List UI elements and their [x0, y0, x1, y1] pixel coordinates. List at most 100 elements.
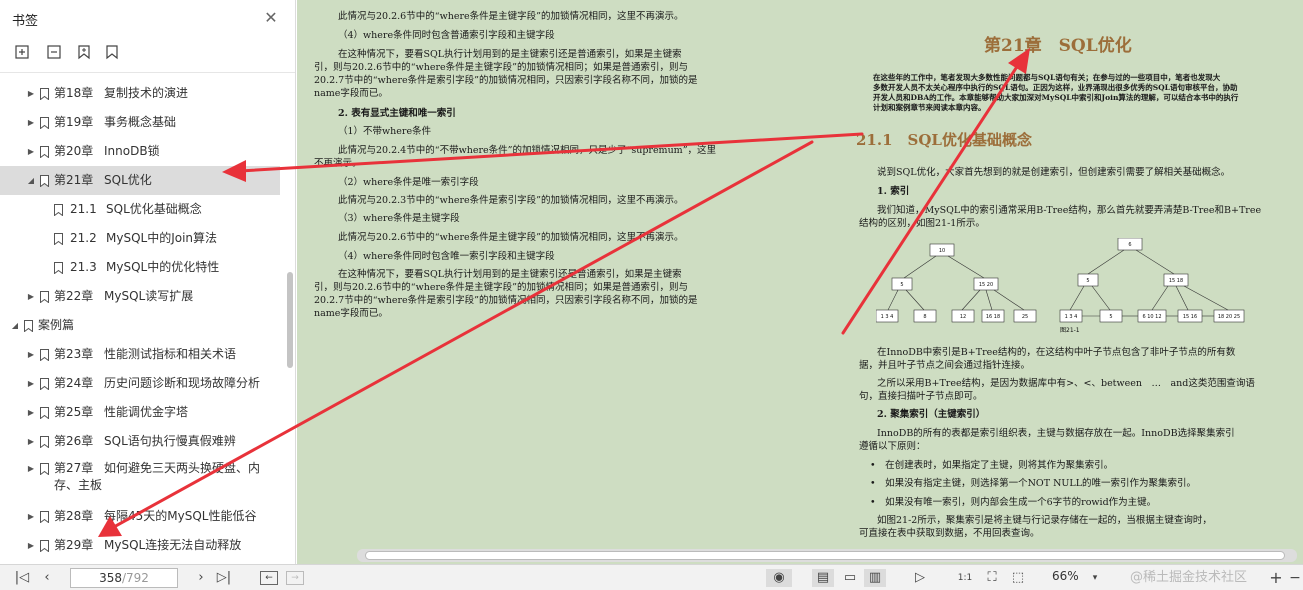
tree-item-21-3[interactable]: 21.3 MySQL中的优化特性	[0, 253, 280, 282]
expand-arrow-icon[interactable]: ▶	[26, 502, 36, 531]
expand-arrow-icon[interactable]: ▶	[26, 340, 36, 369]
tree-item-ch28[interactable]: ▶ 第28章 每隔45天的MySQL性能低谷	[0, 502, 280, 531]
bookmark-icon	[40, 463, 49, 475]
fit-width-icon[interactable]: ⬚	[1008, 569, 1028, 587]
bookmark-icon	[40, 407, 49, 419]
bullet-item: • 在创建表时，如果指定了主键，则将其作为聚集索引。	[870, 460, 1114, 471]
paragraph-line: 遵循以下原则：	[859, 441, 926, 452]
bookmark-icon	[24, 320, 33, 332]
tree-item-ch18[interactable]: ▶ 第18章 复制技术的演进	[0, 79, 280, 108]
back-icon[interactable]: ←	[260, 571, 278, 585]
expand-arrow-icon[interactable]: ▶	[26, 108, 36, 137]
tree-item-label: 每隔45天的MySQL性能低谷	[104, 509, 257, 523]
expand-arrow-icon[interactable]: ▶	[26, 427, 36, 456]
expand-arrow-icon[interactable]: ▶	[26, 398, 36, 427]
tree-item-number: 第18章	[54, 86, 94, 100]
document-view[interactable]: 此情况与20.2.6节中的“where条件是主键字段”的加锁情况相同，这里不再演…	[297, 0, 1303, 564]
tree-item-ch29[interactable]: ▶ 第29章 MySQL连接无法自动释放	[0, 531, 280, 560]
tree-item-ch24[interactable]: ▶ 第24章 历史问题诊断和现场故障分析	[0, 369, 280, 398]
first-page-icon[interactable]: |◁	[12, 569, 32, 587]
tree-item-cases[interactable]: ◢ 案例篇	[0, 311, 280, 340]
scrollbar-thumb[interactable]	[365, 551, 1285, 560]
tree-item-ch26[interactable]: ▶ 第26章 SQL语句执行慢真假难辨	[0, 427, 280, 456]
tree-item-label: MySQL连接无法自动释放	[104, 538, 242, 552]
left-line: 引，则与20.2.6节中的“where条件是主键字段”的加锁情况相同；如果是普通…	[314, 282, 688, 293]
left-line: 20.2.7节中的“where条件是索引字段”的加锁情况相同，只因索引字段名称不…	[314, 75, 698, 86]
tree-item-number: 第28章	[54, 509, 94, 523]
play-icon[interactable]: ▷	[910, 569, 930, 587]
collapse-arrow-icon[interactable]: ◢	[10, 311, 20, 340]
fit-page-icon[interactable]: ⛶	[982, 569, 1002, 587]
paragraph-line: 说到SQL优化，大家首先想到的就是创建索引，但创建索引需要了解相关基础概念。	[877, 167, 1231, 178]
watermark: @稀土掘金技术社区	[1130, 570, 1248, 585]
expand-arrow-icon[interactable]: ▶	[26, 369, 36, 398]
page-total: /792	[121, 571, 149, 585]
tree-item-label: 复制技术的演进	[104, 86, 189, 100]
bookmark-panel: 书签 ✕ ▶ 第18章 复制技术的演进 ▶ 第19章 事务概念基础 ▶ 第20章…	[0, 0, 296, 564]
tree-item-label: 性能测试指标和相关术语	[104, 347, 237, 361]
actual-size-icon[interactable]: 1:1	[955, 569, 975, 587]
tree-item-ch25[interactable]: ▶ 第25章 性能调优金字塔	[0, 398, 280, 427]
tree-item-ch22[interactable]: ▶ 第22章 MySQL读写扩展	[0, 282, 280, 311]
tree-item-number: 第21章	[54, 173, 94, 187]
zoom-in-icon[interactable]: +	[1268, 569, 1284, 587]
bookmark-icon[interactable]	[104, 44, 122, 62]
prev-page-icon[interactable]: ‹	[38, 569, 56, 587]
btree-figure: 10 5 15 20 1 3 4 8 12 16 18 25 6 5 15 18…	[876, 238, 1245, 334]
next-page-icon[interactable]: ›	[192, 569, 210, 587]
paragraph-line: InnoDB的所有的表都是索引组织表，主键与数据存放在一起。InnoDB选择聚集…	[877, 428, 1235, 439]
expand-arrow-icon[interactable]: ▶	[26, 79, 36, 108]
page-number-input[interactable]: 358/792	[70, 568, 178, 588]
paragraph-line: 句，直接扫描叶子节点即可。	[859, 391, 983, 402]
right-page: 第21章 SQL优化 在这些年的工作中，笔者发现大多数性能问题都与SQL语句有关…	[842, 0, 1303, 564]
tree-item-number: 第19章	[54, 115, 94, 129]
horizontal-scrollbar[interactable]	[357, 549, 1297, 562]
bookmark-icon	[54, 233, 63, 245]
btree-left-mid-label: 5	[900, 282, 903, 288]
tree-item-ch19[interactable]: ▶ 第19章 事务概念基础	[0, 108, 280, 137]
tree-item-ch27[interactable]: ▶ 第27章 如何避免三天两头换硬盘、内 存、主板	[0, 460, 280, 506]
btree-left-leaf-label: 16 18	[986, 314, 1000, 320]
zoom-level[interactable]: 66%	[1052, 569, 1079, 583]
expand-arrow-icon[interactable]: ▶	[26, 460, 36, 477]
close-icon[interactable]: ✕	[262, 9, 280, 27]
tree-item-21-1[interactable]: 21.1 SQL优化基础概念	[0, 195, 280, 224]
forward-icon[interactable]: →	[286, 571, 304, 585]
tree-item-number: 第20章	[54, 144, 94, 158]
chevron-down-icon[interactable]: ▾	[1088, 569, 1102, 587]
expand-arrow-icon[interactable]: ▶	[26, 531, 36, 560]
tree-item-ch21[interactable]: ◢ 第21章 SQL优化	[0, 166, 280, 195]
collapse-all-icon[interactable]	[46, 44, 64, 62]
zoom-out-icon[interactable]: −	[1288, 569, 1302, 587]
tree-item-number: 第26章	[54, 434, 94, 448]
btree-left-leaf-label: 25	[1022, 314, 1028, 320]
tree-item-ch23[interactable]: ▶ 第23章 性能测试指标和相关术语	[0, 340, 280, 369]
last-page-icon[interactable]: ▷|	[214, 569, 234, 587]
tree-item-21-2[interactable]: 21.2 MySQL中的Join算法	[0, 224, 280, 253]
left-line: 在这种情况下，要看SQL执行计划用到的是主键索引还是普通索引，如果是主键索	[338, 269, 682, 280]
expand-arrow-icon[interactable]: ▶	[26, 282, 36, 311]
bookmark-icon	[40, 540, 49, 552]
single-page-icon[interactable]: ▤	[812, 569, 834, 587]
add-bookmark-icon[interactable]	[76, 44, 94, 62]
left-line: （4）where条件同时包含普通索引字段和主键字段	[338, 30, 555, 41]
btree-left-root-label: 10	[939, 248, 945, 254]
section-title: 21.1 SQL优化基础概念	[856, 131, 1032, 149]
tree-item-label: SQL语句执行慢真假难辨	[104, 434, 236, 448]
expand-arrow-icon[interactable]: ▶	[26, 137, 36, 166]
tree-item-ch20[interactable]: ▶ 第20章 InnoDB锁	[0, 137, 280, 166]
left-line: name字段而已。	[314, 308, 388, 319]
sidebar-scrollbar[interactable]	[287, 272, 293, 368]
eye-icon[interactable]: ◉	[766, 569, 792, 587]
tree-item-label: SQL优化基础概念	[106, 202, 202, 216]
bookmark-icon	[40, 349, 49, 361]
chapter-title: 第21章 SQL优化	[984, 36, 1132, 56]
btree-right-mid-label: 15 18	[1169, 278, 1183, 284]
tree-item-label: 历史问题诊断和现场故障分析	[104, 376, 261, 390]
left-heading: 2. 表有显式主键和唯一索引	[338, 108, 456, 119]
collapse-arrow-icon[interactable]: ◢	[26, 166, 36, 195]
expand-all-icon[interactable]	[14, 44, 32, 62]
paragraph-heading: 1. 索引	[877, 186, 910, 197]
continuous-page-icon[interactable]: ▭	[840, 569, 860, 587]
two-page-icon[interactable]: ▥	[864, 569, 886, 587]
